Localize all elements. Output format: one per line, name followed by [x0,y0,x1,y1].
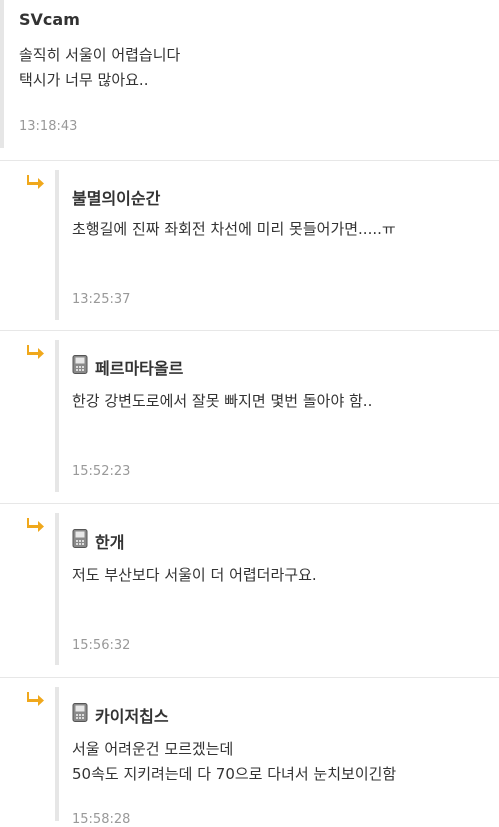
divider [0,330,499,331]
reply-item: 한개 저도 부산보다 서울이 더 어렵더라구요. 15:56:32 [0,513,499,665]
comment-text: 한강 강변도로에서 잘못 빠지면 몇번 돌아야 함.. [72,392,373,410]
reply-item: 불멸의이순간 초행길에 진짜 좌회전 차선에 미리 못들어가면.....ㅠ 13… [0,170,499,320]
comment-text: 저도 부산보다 서울이 더 어렵더라구요. [72,566,317,584]
divider [0,160,499,161]
comment-text: 솔직히 서울이 어렵습니다 택시가 너무 많아요.. [19,46,181,89]
comment-nick[interactable]: SVcam [19,10,80,29]
mobile-phone-icon [72,529,88,548]
reply-arrow-icon [27,345,44,359]
reply-left-bar [55,687,59,821]
reply-arrow-icon [27,175,44,189]
comment-nick[interactable]: 카이저칩스 [95,703,169,727]
reply-left-bar [55,170,59,320]
reply-left-bar [55,340,59,492]
comment-time: 15:58:28 [72,812,131,827]
reply-item: 페르마타올르 한강 강변도로에서 잘못 빠지면 몇번 돌아야 함.. 15:52… [0,340,499,492]
comment-text: 초행길에 진짜 좌회전 차선에 미리 못들어가면.....ㅠ [72,220,396,238]
comment-nick[interactable]: 불멸의이순간 [72,185,160,209]
comment-nick[interactable]: 한개 [95,529,124,553]
comment-time: 15:56:32 [72,638,131,653]
comment-time: 13:25:37 [72,292,131,307]
comment-time: 13:18:43 [19,119,78,134]
mobile-phone-icon [72,703,88,722]
comment-nick[interactable]: 페르마타올르 [95,355,183,379]
comment-item: SVcam 솔직히 서울이 어렵습니다 택시가 너무 많아요.. 13:18:4… [0,0,499,148]
mobile-phone-icon [72,355,88,374]
comment-text: 서울 어려운건 모르겠는데 50속도 지키려는데 다 70으로 다녀서 눈치보이… [72,740,397,783]
divider [0,677,499,678]
comment-left-bar [0,0,4,148]
reply-arrow-icon [27,518,44,532]
reply-left-bar [55,513,59,665]
reply-arrow-icon [27,692,44,706]
reply-item: 카이저칩스 서울 어려운건 모르겠는데 50속도 지키려는데 다 70으로 다녀… [0,687,499,827]
comment-time: 15:52:23 [72,464,131,479]
divider [0,503,499,504]
